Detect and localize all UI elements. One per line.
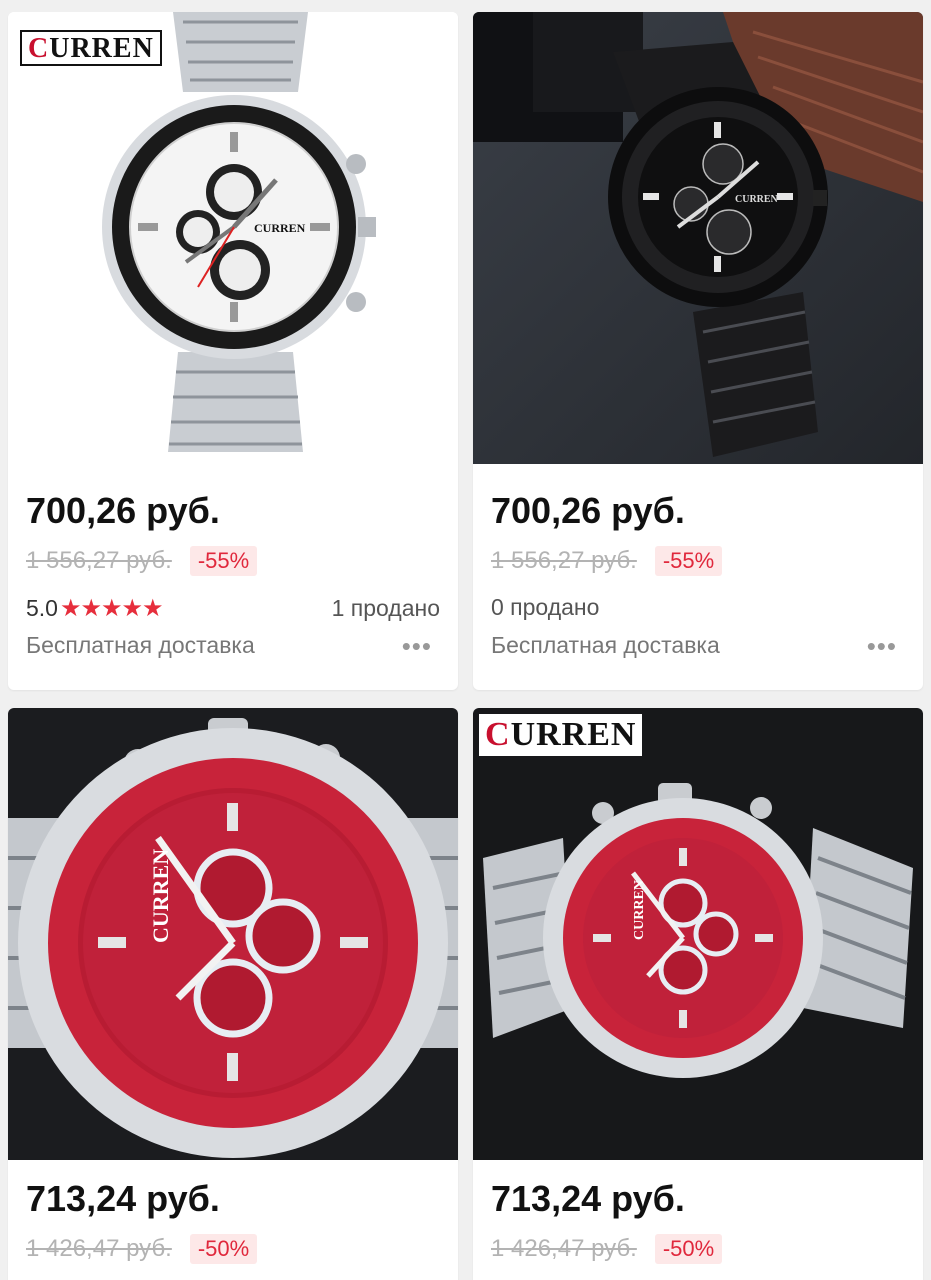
discount-badge: -50%: [654, 1234, 723, 1264]
meta-row: 5.0 ★★★★★ 1 продано: [26, 594, 440, 623]
meta-row: 0 продано: [491, 594, 905, 621]
product-grid: CURREN CURREN 700,26 руб. 1 556,27 руб. …: [0, 0, 931, 1280]
svg-text:CURREN: CURREN: [735, 194, 779, 205]
current-price: 713,24 руб.: [26, 1178, 220, 1219]
svg-text:CURREN: CURREN: [254, 221, 306, 235]
old-price-row: 1 556,27 руб. -55%: [491, 546, 723, 576]
current-price: 700,26 руб.: [26, 490, 220, 531]
rating-value: 5.0: [26, 595, 58, 621]
rating: 5.0 ★★★★★: [26, 594, 164, 623]
old-price-row: 1 426,47 руб. -50%: [491, 1234, 723, 1264]
old-price-row: 1 426,47 руб. -50%: [26, 1234, 258, 1264]
product-card[interactable]: CURREN CURREN 713,24 руб. 1 426,47 руб. …: [473, 708, 923, 1280]
more-dots-icon[interactable]: •••: [867, 633, 897, 659]
product-card[interactable]: CURREN 700,26 руб. 1 556,27 руб. -55% 0 …: [473, 12, 923, 690]
current-price: 700,26 руб.: [491, 490, 685, 531]
shipping-row: Бесплатная доставка •••: [491, 632, 897, 659]
svg-text:CURREN: CURREN: [632, 880, 647, 940]
brand-logo: CURREN: [479, 714, 643, 756]
brand-logo: CURREN: [20, 30, 162, 66]
product-image[interactable]: CURREN: [473, 12, 923, 464]
current-price: 713,24 руб.: [491, 1178, 685, 1219]
old-price-row: 1 556,27 руб. -55%: [26, 546, 258, 576]
product-image[interactable]: CURREN CURREN: [8, 12, 458, 464]
sold-count: 0 продано: [491, 594, 600, 620]
more-dots-icon[interactable]: •••: [402, 633, 432, 659]
shipping-label: Бесплатная доставка: [26, 632, 255, 658]
old-price: 1 556,27 руб.: [491, 547, 637, 574]
product-image[interactable]: CURREN: [8, 708, 458, 1160]
star-icons: ★★★★★: [59, 595, 164, 622]
shipping-row: Бесплатная доставка •••: [26, 632, 432, 659]
product-card[interactable]: CURREN CURREN 700,26 руб. 1 556,27 руб. …: [8, 12, 458, 690]
sold-count: 1 продано: [331, 595, 440, 621]
old-price: 1 426,47 руб.: [491, 1235, 637, 1262]
discount-badge: -55%: [189, 546, 258, 576]
product-card[interactable]: CURREN 713,24 руб. 1 426,47 руб. -50%: [8, 708, 458, 1280]
shipping-label: Бесплатная доставка: [491, 632, 720, 658]
old-price: 1 556,27 руб.: [26, 547, 172, 574]
product-image[interactable]: CURREN CURREN: [473, 708, 923, 1160]
old-price: 1 426,47 руб.: [26, 1235, 172, 1262]
discount-badge: -50%: [189, 1234, 258, 1264]
svg-text:CURREN: CURREN: [148, 849, 173, 943]
discount-badge: -55%: [654, 546, 723, 576]
